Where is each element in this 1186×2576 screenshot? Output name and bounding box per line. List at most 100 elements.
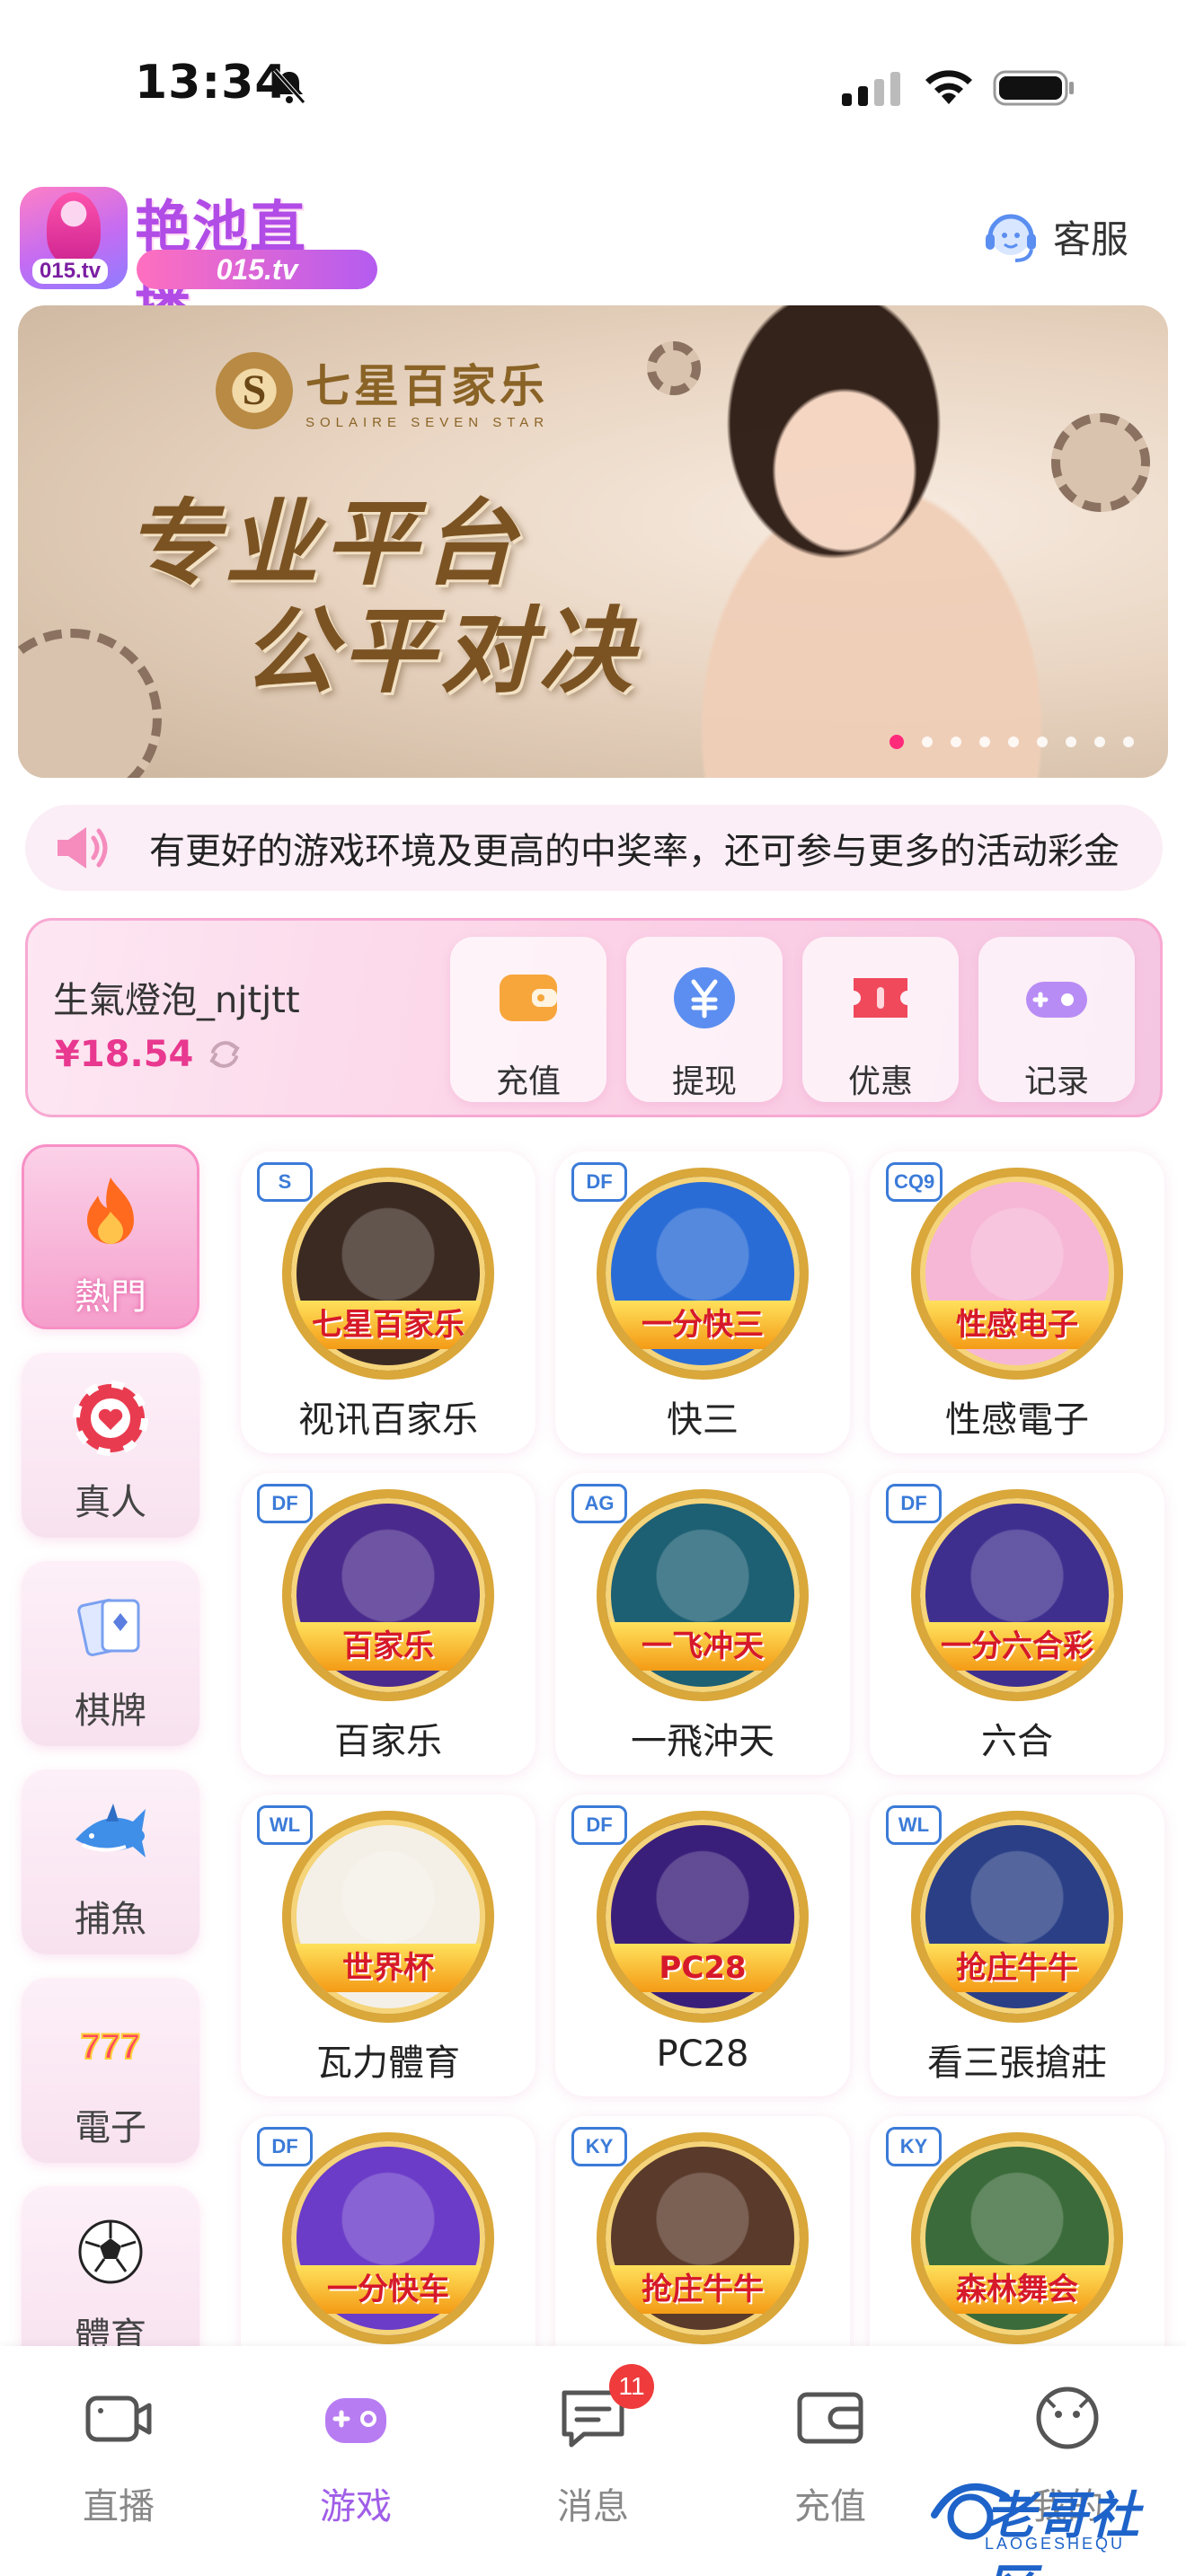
promotions-label: 优惠 [847, 1063, 913, 1100]
records-button[interactable]: 记录 [978, 937, 1135, 1102]
tab-messages[interactable]: 11 消息 [503, 2364, 683, 2542]
shark-icon [75, 1804, 146, 1857]
game-label: 视讯百家乐 [298, 1399, 478, 1441]
provider-badge: WL [886, 1805, 942, 1845]
username: 生氣燈泡_njtjtt [53, 980, 300, 1021]
provider-badge: DF [571, 1162, 627, 1202]
refresh-icon[interactable] [206, 1036, 243, 1073]
category-label: 真人 [75, 1482, 146, 1523]
ticket-icon [854, 978, 907, 1018]
tab-games[interactable]: 游戏 [266, 2380, 446, 2542]
category-fishing[interactable]: 捕魚 [22, 1769, 199, 1954]
game-ribbon-text: 一飞冲天 [606, 1622, 800, 1671]
game-label: 看三張搶莊 [927, 2042, 1107, 2084]
tab-live[interactable]: 直播 [29, 2380, 208, 2542]
game-thumbnail: 抢庄牛牛 [911, 1811, 1123, 2023]
game-card[interactable]: 一分六合彩 DF 六合 [870, 1473, 1164, 1775]
banner-model-image [575, 305, 1114, 778]
carousel-dot[interactable] [1123, 737, 1134, 747]
brand-name: 七星百家乐 [305, 360, 548, 412]
game-thumbnail: 一飞冲天 [597, 1489, 809, 1701]
game-card[interactable]: 世界杯 WL 瓦力體育 [241, 1795, 535, 2096]
category-live[interactable]: 真人 [22, 1353, 199, 1538]
provider-badge: DF [257, 1484, 313, 1523]
user-wallet-card: 生氣燈泡_njtjtt ¥18.54 充值 提现 优惠 记录 [25, 918, 1163, 1117]
provider-badge: DF [257, 2127, 313, 2166]
withdraw-button[interactable]: 提现 [626, 937, 783, 1102]
game-ribbon-text: 森林舞会 [920, 2265, 1114, 2314]
carousel-dot[interactable] [951, 737, 961, 747]
poker-chip-icon [73, 1381, 148, 1456]
provider-badge: AG [571, 1484, 627, 1523]
carousel-dots[interactable] [890, 735, 1134, 749]
video-camera-icon [85, 2395, 152, 2442]
carousel-dot[interactable] [979, 737, 990, 747]
app-logo: 015.tv 艳池直播 015.tv [20, 181, 377, 340]
game-card[interactable]: 百家乐 DF 百家乐 [241, 1473, 535, 1775]
game-label: PC28 [656, 2033, 749, 2075]
tab-label: 直播 [83, 2486, 155, 2527]
carousel-dot[interactable] [1094, 737, 1105, 747]
service-label: 客服 [1053, 216, 1129, 261]
carousel-dot[interactable] [922, 737, 933, 747]
customer-service-button[interactable]: 客服 [979, 205, 1128, 268]
game-ribbon-text: 一分六合彩 [920, 1622, 1114, 1671]
game-card[interactable]: 抢庄牛牛 WL 看三張搶莊 [870, 1795, 1164, 2096]
watermark-text: 老哥社区 [985, 2487, 1141, 2576]
promo-banner[interactable]: S 七星百家乐 SOLAIRE SEVEN STAR 专业平台 公平对决 [18, 305, 1168, 778]
announcement-bar[interactable]: 有更好的游戏环境及更高的中奖率，还可参与更多的活动彩金 [25, 805, 1163, 891]
game-controller-icon [325, 2398, 386, 2443]
records-label: 记录 [1023, 1063, 1089, 1100]
provider-badge: S [257, 1162, 313, 1202]
category-sports[interactable]: 體育 [22, 2186, 199, 2371]
speaker-icon [58, 827, 108, 869]
category-hot[interactable]: 熱門 [22, 1144, 199, 1329]
game-thumbnail: PC28 [597, 1811, 809, 2023]
game-label: 一飛沖天 [631, 1721, 774, 1762]
carousel-dot[interactable] [1066, 737, 1076, 747]
app-url: 015.tv [137, 250, 377, 289]
game-ribbon-text: 抢庄牛牛 [606, 2265, 800, 2314]
game-ribbon-text: 一分快车 [291, 2265, 485, 2314]
category-slots[interactable]: 777 電子 [22, 1978, 199, 2163]
promotions-button[interactable]: 优惠 [802, 937, 959, 1102]
tab-recharge[interactable]: 充值 [740, 2380, 920, 2542]
balance: ¥18.54 [55, 1034, 243, 1075]
logo-badge: 015.tv [20, 187, 128, 289]
slot-777-icon: 777 [80, 2026, 142, 2068]
wallet-icon [500, 975, 557, 1021]
wifi-icon [925, 70, 972, 104]
carousel-dot[interactable] [1037, 737, 1048, 747]
game-thumbnail: 七星百家乐 [282, 1168, 494, 1380]
game-ribbon-text: 性感电子 [920, 1301, 1114, 1349]
tab-label: 游戏 [320, 2486, 392, 2527]
game-card[interactable]: 一飞冲天 AG 一飛沖天 [555, 1473, 850, 1775]
game-card[interactable]: 一分快三 DF 快三 [555, 1151, 850, 1453]
playing-cards-icon [77, 1599, 140, 1656]
carousel-dot[interactable] [1008, 737, 1019, 747]
balance-amount: ¥18.54 [55, 1034, 194, 1075]
unread-badge: 11 [609, 2364, 654, 2409]
provider-badge: CQ9 [886, 1162, 943, 1202]
game-ribbon-text: 抢庄牛牛 [920, 1944, 1114, 1992]
watermark-subtext: LAOGESHEQU [985, 2535, 1126, 2553]
game-thumbnail: 一分快三 [597, 1168, 809, 1380]
game-card[interactable]: 七星百家乐 S 视讯百家乐 [241, 1151, 535, 1453]
game-thumbnail: 性感电子 [911, 1168, 1123, 1380]
category-cards[interactable]: 棋牌 [22, 1561, 199, 1746]
brand-logo-icon: S [216, 351, 293, 429]
svg-text:777: 777 [81, 2027, 141, 2067]
carousel-dot[interactable] [890, 735, 904, 749]
logo-figure [47, 192, 101, 264]
headset-icon [986, 214, 1036, 262]
game-label: 百家乐 [334, 1721, 442, 1762]
category-label: 棋牌 [75, 1690, 146, 1732]
game-card[interactable]: 性感电子 CQ9 性感電子 [870, 1151, 1164, 1453]
game-label: 快三 [667, 1399, 739, 1441]
provider-badge: DF [571, 1805, 627, 1845]
deposit-button[interactable]: 充值 [450, 937, 606, 1102]
game-ribbon-text: 百家乐 [291, 1622, 485, 1671]
bell-muted-icon [273, 68, 305, 104]
game-card[interactable]: PC28 DF PC28 [555, 1795, 850, 2096]
logo-badge-text: 015.tv [32, 259, 109, 284]
